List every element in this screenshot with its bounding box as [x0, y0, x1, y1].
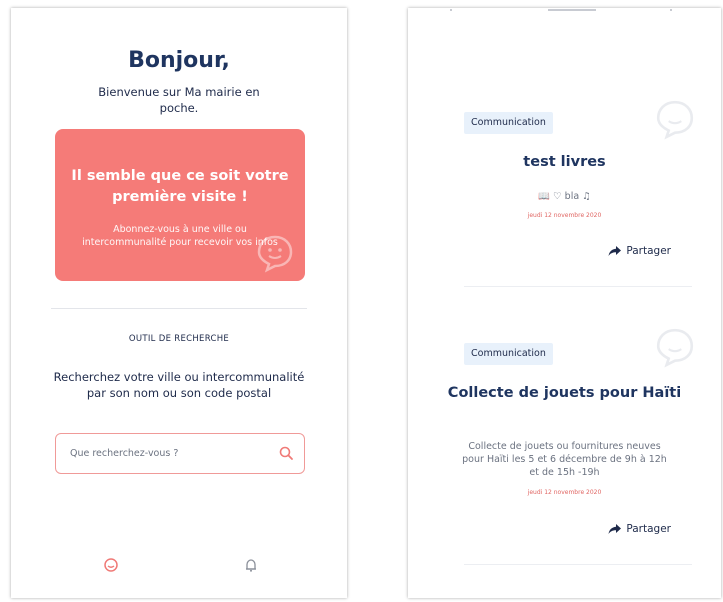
scrolled-content-fragment [450, 9, 672, 11]
search-tool-description: Recherchez votre ville ou intercommunali… [53, 370, 305, 400]
first-visit-text: Abonnez-vous à une ville ou intercommuna… [82, 224, 278, 248]
category-badge: Communication [464, 112, 553, 134]
search-box[interactable] [55, 433, 305, 474]
section-divider [51, 308, 307, 309]
search-tool-title: OUTIL DE RECHERCHE [128, 334, 230, 344]
share-button[interactable]: Partager [608, 243, 671, 259]
news-feed-screen: Communication test livres 📖 ♡ bla ♫ jeud… [408, 8, 721, 598]
post-date: jeudi 12 novembre 2020 [527, 212, 602, 219]
search-icon[interactable] [278, 445, 294, 461]
share-arrow-icon [608, 524, 622, 534]
search-input[interactable] [68, 434, 272, 473]
welcome-text: Bienvenue sur Ma mairie en poche. [98, 85, 260, 115]
speech-bubble-watermark-icon [656, 328, 694, 368]
share-button[interactable]: Partager [608, 521, 671, 537]
share-arrow-icon [608, 246, 622, 256]
share-label: Partager [626, 523, 671, 535]
post-description: Collecte de jouets ou fournitures neuves… [462, 441, 667, 478]
share-label: Partager [626, 245, 671, 257]
category-badge: Communication [464, 343, 553, 365]
greeting-title: Bonjour, [128, 48, 230, 73]
bell-icon[interactable] [243, 557, 259, 573]
post-date: jeudi 12 novembre 2020 [527, 489, 602, 496]
home-screen: Bonjour, Bienvenue sur Ma mairie en poch… [11, 8, 347, 598]
home-bubble-icon[interactable] [103, 557, 119, 573]
post-title[interactable]: test livres [428, 152, 701, 172]
post-title[interactable]: Collecte de jouets pour Haïti [428, 383, 701, 403]
speech-bubble-watermark-icon [257, 235, 293, 273]
post-description: 📖 ♡ bla ♫ [538, 191, 591, 202]
first-visit-title: Il semble que ce soit votre première vis… [71, 168, 289, 205]
first-visit-card: Il semble que ce soit votre première vis… [55, 129, 305, 281]
post-divider [464, 286, 692, 287]
speech-bubble-watermark-icon [656, 100, 694, 140]
post-divider [464, 564, 692, 565]
